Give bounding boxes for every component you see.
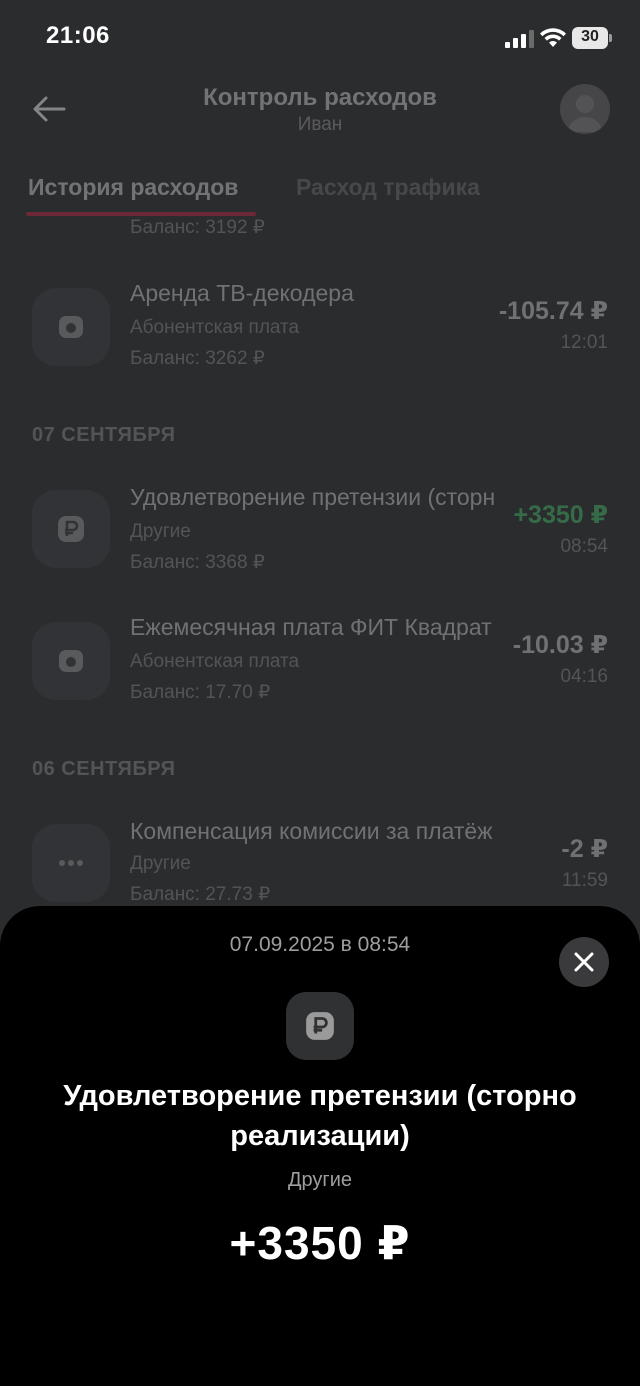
list-item-balance: Баланс: 3262 ₽ — [130, 348, 265, 369]
status-bar: 21:06 30 — [0, 0, 640, 78]
list-item-category: Абонентская плата — [130, 651, 300, 672]
list-item-amount: -10.03 ₽ — [512, 631, 608, 659]
list-item-balance: Баланс: 17.70 ₽ — [130, 682, 271, 703]
battery-level: 30 — [581, 28, 599, 45]
lock-icon — [59, 650, 83, 672]
list-item-time: 12:01 — [560, 332, 608, 353]
list-item-balance: Баланс: 27.73 ₽ — [130, 884, 271, 905]
avatar[interactable] — [560, 84, 610, 134]
partial-balance: Баланс: 3192 ₽ — [130, 218, 265, 238]
list-item-title: Ежемесячная плата ФИТ Квадрат — [130, 614, 492, 640]
signal-icon — [505, 30, 534, 48]
lock-icon — [59, 316, 83, 338]
tab-traffic-usage[interactable]: Расход трафика — [296, 174, 480, 201]
list-item-category: Другие — [130, 521, 191, 542]
row-icon-container — [32, 824, 110, 902]
row-icon-container — [32, 288, 110, 366]
list-item-category: Абонентская плата — [130, 317, 300, 338]
active-tab-indicator — [26, 212, 256, 216]
ruble-icon — [306, 1012, 334, 1040]
user-icon — [568, 95, 602, 132]
battery-icon: 30 — [572, 27, 612, 49]
transaction-date: 07.09.2025 в 08:54 — [229, 933, 411, 956]
list-item[interactable]: Удовлетворение претензии (сторно реализа… — [0, 482, 640, 602]
list-item-title: Компенсация комиссии за платёж — [130, 818, 493, 844]
transaction-category: Другие — [287, 1169, 353, 1191]
list-item-amount: -105.74 ₽ — [498, 297, 608, 325]
app-screen: 21:06 30 Контроль расходов Иван История … — [0, 0, 640, 1386]
transaction-detail-sheet: 07.09.2025 в 08:54 Удовлетворение претен… — [0, 906, 640, 1386]
tab-bar: История расходов Расход трафика — [0, 170, 640, 220]
list-item-time: 04:16 — [560, 666, 608, 687]
expense-list: Баланс: 3192 ₽ Аренда ТВ-декодера Абонен… — [0, 218, 640, 918]
close-icon — [574, 952, 594, 972]
list-item[interactable]: Компенсация комиссии за платёж Другие Ба… — [0, 816, 640, 918]
list-item-time: 11:59 — [561, 870, 608, 891]
section-date: 07 СЕНТЯБРЯ — [32, 424, 176, 446]
list-item[interactable]: Аренда ТВ-декодера Абонентская плата Бал… — [0, 276, 640, 396]
header: Контроль расходов Иван — [0, 78, 640, 158]
list-item-balance: Баланс: 3368 ₽ — [130, 552, 265, 573]
transaction-icon-container — [286, 992, 354, 1060]
list-item-time: 08:54 — [560, 536, 608, 557]
list-item-amount: -2 ₽ — [561, 835, 608, 863]
section-date: 06 СЕНТЯБРЯ — [32, 758, 176, 780]
status-time: 21:06 — [46, 22, 110, 49]
transaction-title: Удовлетворение претензии (сторно реализа… — [63, 1080, 577, 1152]
transaction-amount: +3350 ₽ — [229, 1217, 411, 1269]
list-item-amount: +3350 ₽ — [513, 501, 608, 529]
tab-expense-history[interactable]: История расходов — [28, 174, 238, 201]
ruble-icon — [58, 516, 84, 542]
dots-icon — [59, 860, 83, 866]
list-item-category: Другие — [130, 853, 191, 874]
row-icon-container — [32, 490, 110, 568]
page-title: Контроль расходов — [203, 84, 437, 111]
list-item-title: Удовлетворение претензии (сторно реализа… — [130, 484, 495, 510]
page-subtitle: Иван — [297, 114, 343, 135]
row-icon-container — [32, 622, 110, 700]
close-button[interactable] — [559, 937, 609, 987]
wifi-icon — [540, 28, 566, 47]
list-item[interactable]: Ежемесячная плата ФИТ Квадрат Абонентска… — [0, 612, 640, 732]
list-item-title: Аренда ТВ-декодера — [130, 280, 354, 306]
